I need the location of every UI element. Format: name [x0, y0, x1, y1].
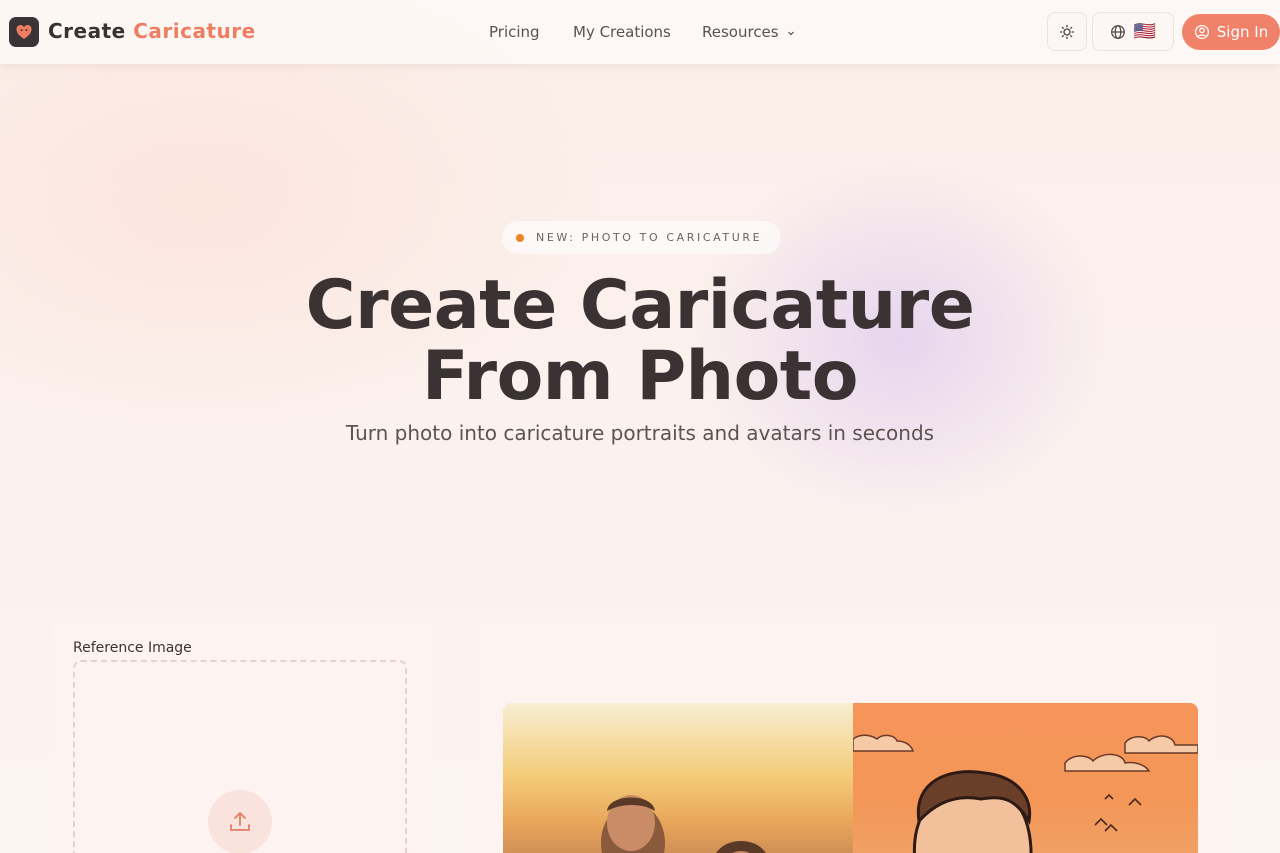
caricature-example — [853, 703, 1198, 853]
nav-resources[interactable]: Resources — [702, 23, 796, 41]
language-selector-button[interactable]: 🇺🇸 — [1092, 12, 1174, 51]
nav-pricing[interactable]: Pricing — [489, 23, 540, 41]
sign-in-button[interactable]: Sign In — [1182, 14, 1280, 50]
hero-subtitle: Turn photo into caricature portraits and… — [345, 421, 935, 445]
sign-in-label: Sign In — [1216, 23, 1269, 41]
us-flag-icon: 🇺🇸 — [1133, 20, 1157, 42]
globe-icon — [1110, 24, 1125, 39]
upload-button[interactable] — [208, 790, 272, 853]
chevron-down-icon — [788, 31, 795, 35]
badge-text: NEW: PHOTO TO CARICATURE — [536, 231, 763, 244]
theme-toggle-button[interactable] — [1047, 12, 1087, 51]
nav-resources-label: Resources — [702, 23, 779, 41]
top-nav-bar: Create Caricature Pricing My Creations R… — [0, 0, 1280, 64]
nav-my-creations[interactable]: My Creations — [573, 23, 671, 41]
new-feature-badge: NEW: PHOTO TO CARICATURE — [502, 221, 781, 254]
original-photo-example — [503, 703, 853, 853]
hero-title-line2: From Photo — [421, 337, 859, 416]
logo-icon[interactable] — [9, 17, 39, 47]
reference-image-label: Reference Image — [73, 640, 192, 656]
badge-dot — [516, 233, 524, 242]
user-circle-icon — [1194, 24, 1209, 40]
logo-word-create: Create — [48, 19, 126, 43]
upload-icon — [230, 812, 250, 831]
sun-icon — [1059, 24, 1075, 39]
hero-title-line1: Create Caricature — [305, 266, 975, 345]
logo-wordmark[interactable]: Create Caricature — [48, 19, 256, 43]
logo-word-caricature: Caricature — [133, 19, 256, 43]
